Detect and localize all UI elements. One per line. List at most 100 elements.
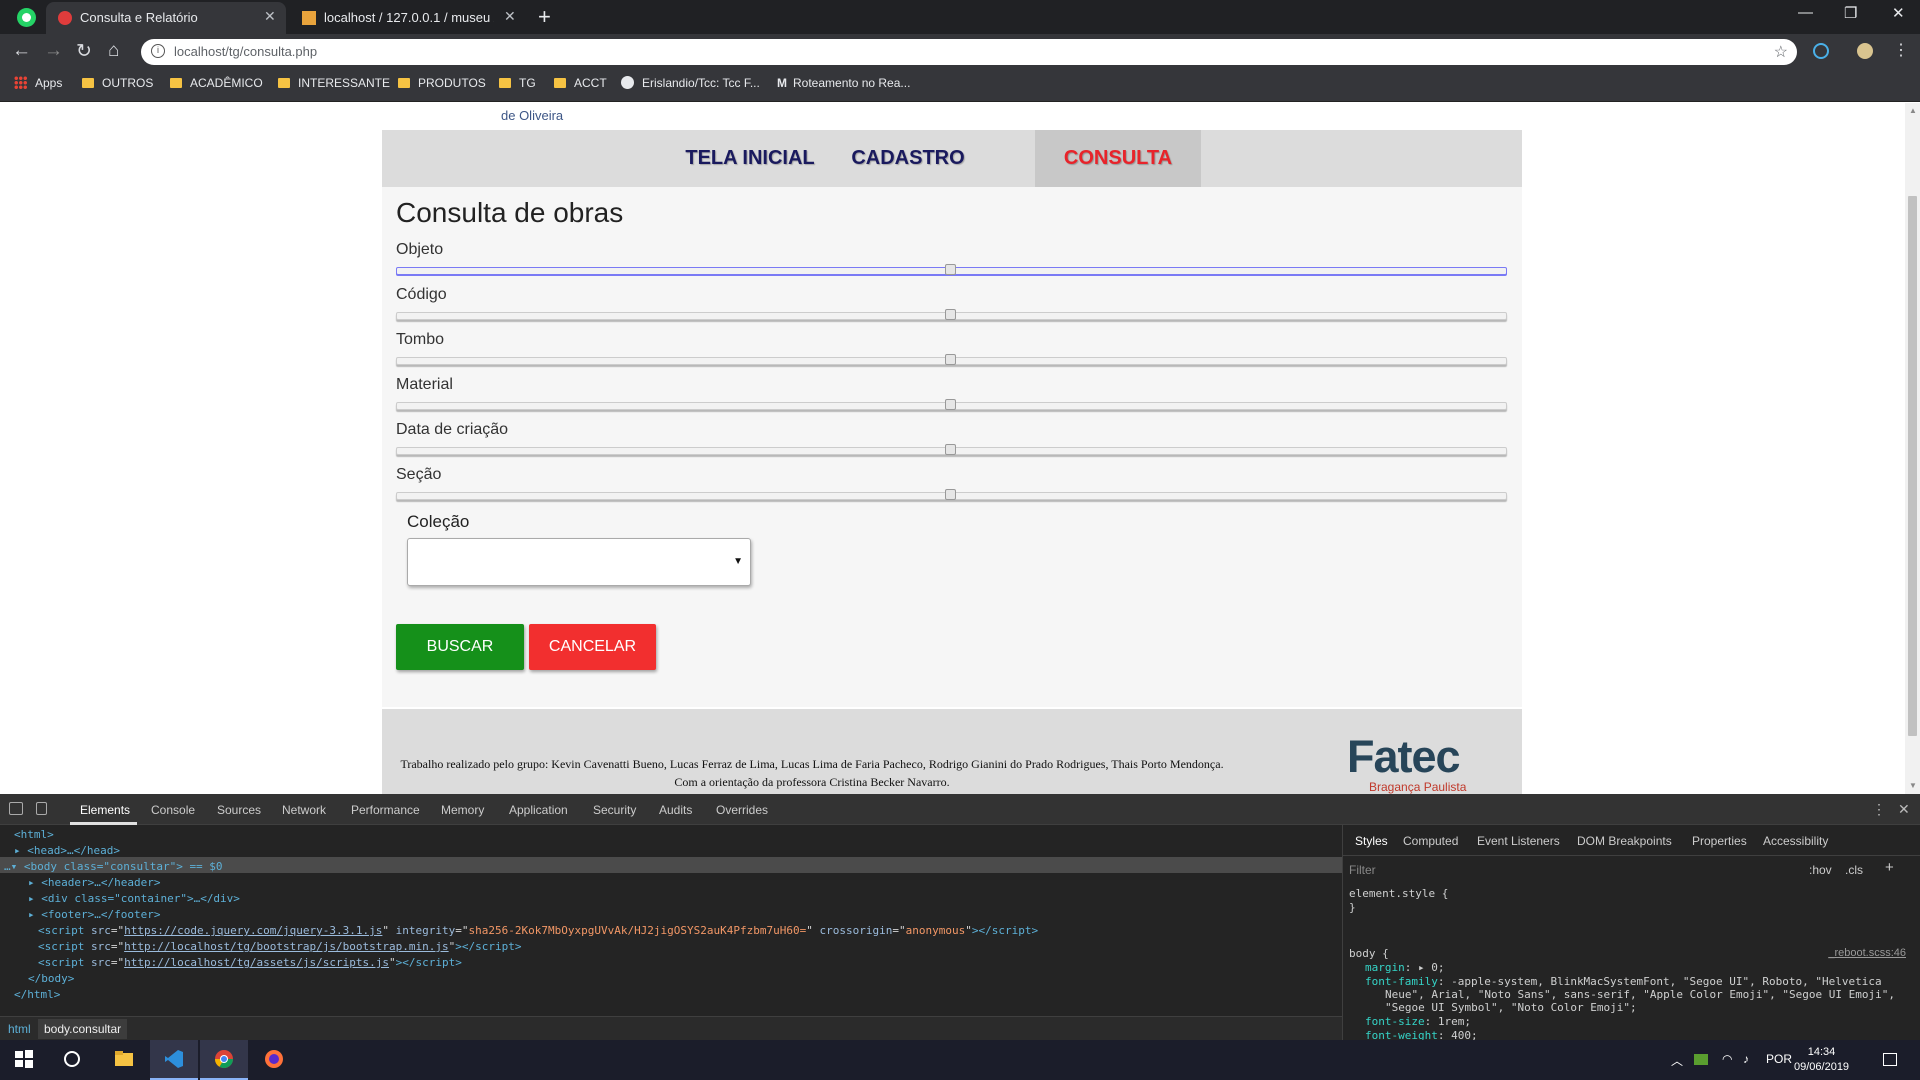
devtools-tab-performance[interactable]: Performance [351, 803, 420, 817]
dom-node-script[interactable]: <script src="http://localhost/tg/bootstr… [38, 940, 521, 953]
cancelar-button[interactable]: CANCELAR [529, 624, 656, 670]
styles-tab-dom-breakpoints[interactable]: DOM Breakpoints [1577, 834, 1672, 848]
dom-node-html-close[interactable]: </html> [14, 988, 60, 1001]
restore-icon[interactable]: ❐ [1844, 4, 1857, 22]
slider-knob[interactable] [945, 489, 956, 500]
styles-tab-styles[interactable]: Styles [1349, 834, 1394, 848]
search-button[interactable] [48, 1040, 96, 1080]
wifi-icon[interactable]: ◠ [1722, 1052, 1732, 1066]
slider-knob[interactable] [945, 399, 956, 410]
devtools-tab-overrides[interactable]: Overrides [716, 803, 768, 817]
bookmark-apps[interactable]: Apps [14, 76, 62, 90]
styles-tab-accessibility[interactable]: Accessibility [1763, 834, 1828, 848]
system-clock[interactable]: 14:34 09/06/2019 [1794, 1045, 1849, 1075]
language-indicator[interactable]: POR [1766, 1052, 1792, 1066]
start-button[interactable] [0, 1040, 48, 1080]
page-scrollbar[interactable]: ▲ ▼ [1905, 103, 1920, 794]
breadcrumb-html[interactable]: html [8, 1022, 31, 1036]
nav-tela-inicial[interactable]: TELA INICIAL [670, 130, 830, 187]
secao-range-input[interactable] [396, 489, 1507, 500]
slider-knob[interactable] [945, 309, 956, 320]
browser-tab[interactable]: localhost / 127.0.0.1 / museu / it ✕ [290, 2, 530, 34]
slider-knob[interactable] [945, 264, 956, 275]
browser-tab-active[interactable]: Consulta e Relatório ✕ [46, 2, 286, 34]
dom-node-footer[interactable]: ▸ <footer>…</footer> [28, 908, 160, 921]
styles-filter-input[interactable]: Filter [1349, 863, 1376, 877]
device-toolbar-icon[interactable] [36, 802, 47, 815]
dom-node-container[interactable]: ▸ <div class="container">…</div> [28, 892, 240, 905]
scrollbar-thumb[interactable] [1908, 196, 1917, 736]
taskbar-firefox[interactable] [250, 1040, 298, 1080]
new-style-rule-icon[interactable]: + [1885, 859, 1894, 876]
bookmark-medium[interactable]: M Roteamento no Rea... [777, 76, 910, 90]
tombo-range-input[interactable] [396, 354, 1507, 365]
devtools-close-icon[interactable]: ✕ [1898, 801, 1910, 818]
address-bar[interactable]: i localhost/tg/consulta.php ☆ [141, 39, 1797, 65]
data-criacao-range-input[interactable] [396, 444, 1507, 455]
bookmark-folder[interactable]: TG [499, 76, 536, 90]
objeto-range-input[interactable] [396, 264, 1507, 275]
material-range-input[interactable] [396, 399, 1507, 410]
devtools-tab-sources[interactable]: Sources [217, 803, 261, 817]
volume-icon[interactable]: ♪ [1743, 1052, 1749, 1066]
forward-icon[interactable]: → [44, 40, 63, 62]
bookmark-folder[interactable]: PRODUTOS [398, 76, 486, 90]
taskbar-chrome[interactable] [200, 1040, 248, 1080]
hov-toggle[interactable]: :hov [1809, 863, 1832, 877]
info-icon[interactable]: i [151, 44, 165, 58]
devtools-tab-elements[interactable]: Elements [80, 803, 130, 817]
css-prop-font-size[interactable]: font-size: 1rem; [1365, 1015, 1471, 1028]
scroll-down-icon[interactable]: ▼ [1909, 781, 1917, 790]
reload-icon[interactable]: ↻ [76, 40, 92, 63]
tab-close-icon[interactable]: ✕ [264, 8, 276, 25]
taskbar-vscode[interactable] [150, 1040, 198, 1080]
buscar-button[interactable]: BUSCAR [396, 624, 524, 670]
bookmark-github[interactable]: Erislandio/Tcc: Tcc F... [621, 76, 760, 90]
taskbar-explorer[interactable] [100, 1040, 148, 1080]
extension-icon[interactable] [1813, 43, 1829, 59]
bookmark-folder[interactable]: OUTROS [82, 76, 153, 90]
bookmark-folder[interactable]: ACCT [554, 76, 607, 90]
devtools-tab-application[interactable]: Application [509, 803, 568, 817]
home-icon[interactable]: ⌂ [108, 40, 119, 62]
css-prop-font-family[interactable]: font-family: -apple-system, BlinkMacSyst… [1365, 975, 1882, 988]
dom-node-body-close[interactable]: </body> [28, 972, 74, 985]
action-center-icon[interactable] [1883, 1053, 1897, 1066]
devtools-tab-security[interactable]: Security [593, 803, 636, 817]
dom-node-body[interactable]: …▾ <body class="consultar"> == $0 [4, 860, 223, 873]
slider-knob[interactable] [945, 444, 956, 455]
close-window-icon[interactable]: ✕ [1892, 4, 1905, 22]
tray-expand-icon[interactable]: ︿ [1671, 1052, 1683, 1069]
nvidia-tray-icon[interactable] [1694, 1054, 1708, 1065]
devtools-tab-audits[interactable]: Audits [659, 803, 692, 817]
dom-node-script[interactable]: <script src="http://localhost/tg/assets/… [38, 956, 462, 969]
dom-node-script[interactable]: <script src="https://code.jquery.com/jqu… [38, 924, 1038, 937]
inspect-element-icon[interactable] [9, 802, 23, 815]
scroll-up-icon[interactable]: ▲ [1909, 106, 1917, 115]
bookmark-folder[interactable]: ACADÊMICO [170, 76, 263, 90]
tab-close-icon[interactable]: ✕ [504, 8, 516, 25]
nav-consulta[interactable]: CONSULTA [1035, 130, 1201, 187]
bookmark-folder[interactable]: INTERESSANTE [278, 76, 390, 90]
breadcrumb-body[interactable]: body.consultar [38, 1019, 128, 1039]
styles-tab-computed[interactable]: Computed [1403, 834, 1458, 848]
styles-tab-properties[interactable]: Properties [1692, 834, 1747, 848]
dom-node-header[interactable]: ▸ <header>…</header> [28, 876, 160, 889]
profile-avatar-icon[interactable] [1857, 43, 1873, 59]
cls-toggle[interactable]: .cls [1845, 863, 1863, 877]
minimize-icon[interactable]: — [1798, 4, 1813, 21]
body-rule-selector[interactable]: body { [1349, 947, 1389, 960]
dom-node-head[interactable]: ▸ <head>…</head> [14, 844, 120, 857]
rule-source-link[interactable]: _reboot.scss:46 [1828, 947, 1906, 959]
codigo-range-input[interactable] [396, 309, 1507, 320]
styles-tab-event-listeners[interactable]: Event Listeners [1477, 834, 1560, 848]
devtools-tab-memory[interactable]: Memory [441, 803, 484, 817]
bookmark-star-icon[interactable]: ☆ [1774, 42, 1788, 62]
back-icon[interactable]: ← [12, 40, 31, 62]
whatsapp-icon[interactable] [17, 8, 36, 27]
dom-node-html[interactable]: <html> [14, 828, 54, 841]
css-prop-margin[interactable]: margin: ▸ 0; [1365, 961, 1445, 974]
devtools-tab-network[interactable]: Network [282, 803, 326, 817]
nav-cadastro[interactable]: CADASTRO [836, 130, 980, 187]
devtools-menu-icon[interactable]: ⋮ [1872, 801, 1886, 818]
